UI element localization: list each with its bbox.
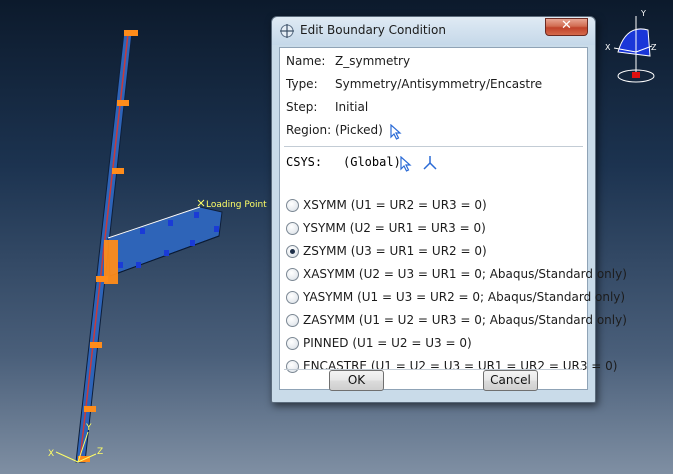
separator	[284, 369, 583, 370]
radio-button[interactable]	[286, 199, 299, 212]
model-axis-triad: X Y Z	[48, 423, 103, 463]
radio-option-row[interactable]: YASYMM (U1 = U3 = UR2 = 0; Abaqus/Standa…	[286, 290, 625, 308]
csys-row: CSYS: (Global)	[286, 155, 576, 173]
region-label: Region:	[286, 123, 332, 137]
close-icon: ✕	[561, 18, 572, 33]
name-value: Z_symmetry	[335, 54, 411, 68]
separator	[284, 146, 583, 147]
radio-button[interactable]	[286, 291, 299, 304]
radio-option-row[interactable]: XASYMM (U2 = U3 = UR1 = 0; Abaqus/Standa…	[286, 267, 627, 285]
type-value: Symmetry/Antisymmetry/Encastre	[335, 77, 543, 91]
crosshair-icon	[280, 24, 294, 38]
view-axis-y-label: Y	[640, 9, 646, 18]
radio-option-row[interactable]: XSYMM (U1 = UR2 = UR3 = 0)	[286, 198, 586, 216]
radio-option-label: YASYMM (U1 = U3 = UR2 = 0; Abaqus/Standa…	[303, 290, 626, 304]
radio-button[interactable]	[286, 337, 299, 350]
create-csys-triad-icon[interactable]	[422, 155, 438, 171]
model-axis-x-label: X	[48, 449, 54, 459]
radio-button[interactable]	[286, 245, 299, 258]
edit-boundary-condition-dialog[interactable]: Edit Boundary Condition ✕ Name: Z_symmet…	[271, 16, 627, 403]
radio-option-row[interactable]: ZASYMM (U1 = U2 = UR3 = 0; Abaqus/Standa…	[286, 313, 627, 331]
attached-plate	[107, 206, 223, 277]
radio-option-label: YSYMM (U2 = UR1 = UR3 = 0)	[303, 221, 486, 235]
step-value: Initial	[335, 100, 369, 114]
radio-option-label: XSYMM (U1 = UR2 = UR3 = 0)	[303, 198, 487, 212]
loading-point-annotation: Loading Point	[197, 199, 267, 210]
cancel-button[interactable]: Cancel	[483, 370, 538, 391]
csys-value: (Global)	[343, 155, 401, 169]
radio-option-row[interactable]: ZSYMM (U3 = UR1 = UR2 = 0)	[286, 244, 586, 262]
view-orientation-triad[interactable]: Y X Z	[605, 9, 657, 83]
step-label: Step:	[286, 100, 318, 114]
radio-option-row[interactable]: PINNED (U1 = U2 = U3 = 0)	[286, 336, 586, 354]
type-label: Type:	[286, 77, 318, 91]
radio-option-row[interactable]: YSYMM (U2 = UR1 = UR3 = 0)	[286, 221, 586, 239]
view-axis-x-label: X	[605, 43, 611, 52]
dialog-content-panel: Name: Z_symmetry Type: Symmetry/Antisymm…	[279, 47, 627, 390]
pick-region-cursor-icon[interactable]	[389, 124, 403, 140]
radio-option-label: ZSYMM (U3 = UR1 = UR2 = 0)	[303, 244, 487, 258]
region-value: (Picked)	[335, 123, 383, 137]
radio-option-label: ZASYMM (U1 = U2 = UR3 = 0; Abaqus/Standa…	[303, 313, 627, 327]
ok-button[interactable]: OK	[329, 370, 384, 391]
dialog-titlebar[interactable]: Edit Boundary Condition ✕	[272, 17, 595, 45]
close-button[interactable]: ✕	[545, 18, 588, 36]
model-axis-y-label: Y	[85, 423, 92, 433]
radio-button[interactable]	[286, 360, 299, 373]
radio-button[interactable]	[286, 222, 299, 235]
loading-point-label: Loading Point	[206, 200, 267, 210]
model-axis-z-label: Z	[97, 447, 103, 457]
radio-option-label: PINNED (U1 = U2 = U3 = 0)	[303, 336, 472, 350]
radio-option-label: XASYMM (U2 = U3 = UR1 = 0; Abaqus/Standa…	[303, 267, 627, 281]
radio-button[interactable]	[286, 314, 299, 327]
radio-button[interactable]	[286, 268, 299, 281]
name-label: Name:	[286, 54, 326, 68]
csys-label: CSYS:	[286, 155, 323, 169]
pick-csys-cursor-icon[interactable]	[399, 156, 413, 172]
view-axis-z-label: Z	[651, 43, 657, 52]
region-row: Region: (Picked)	[286, 123, 426, 140]
dialog-title: Edit Boundary Condition	[300, 23, 446, 37]
